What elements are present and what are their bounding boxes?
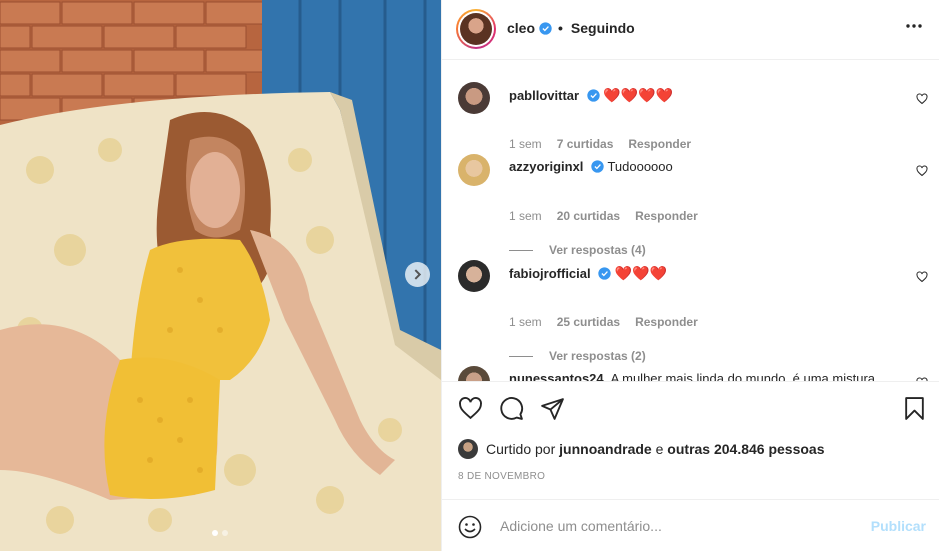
comment-likes[interactable]: 20 curtidas — [557, 209, 620, 223]
more-options-icon — [906, 24, 922, 28]
save-bookmark-icon[interactable] — [902, 396, 927, 421]
liker-avatar[interactable] — [458, 439, 478, 459]
view-replies-label: Ver respostas (2) — [549, 349, 646, 363]
comment-username[interactable]: fabiojrofficial — [509, 266, 591, 281]
author-avatar[interactable] — [456, 9, 496, 49]
verified-badge-icon — [591, 160, 604, 173]
comment-time[interactable]: 1 sem — [509, 137, 542, 151]
emoji-icon[interactable] — [458, 515, 482, 539]
verified-badge-icon — [539, 21, 552, 35]
comment-avatar[interactable] — [458, 154, 490, 186]
replies-divider — [509, 355, 533, 357]
comment-avatar[interactable] — [458, 260, 490, 292]
view-replies-button[interactable]: Ver respostas (2) — [509, 349, 646, 363]
likes-others[interactable]: outras 204.846 pessoas — [667, 441, 824, 457]
next-image-button[interactable] — [405, 262, 430, 287]
chevron-right-icon — [414, 269, 422, 280]
carousel-dot — [212, 530, 218, 536]
like-comment-button[interactable] — [916, 270, 928, 288]
comment-username[interactable]: azzyoriginxl — [509, 159, 583, 174]
carousel-dot — [222, 530, 228, 536]
comment-likes[interactable]: 25 curtidas — [557, 315, 620, 329]
following-button[interactable]: Seguindo — [571, 20, 635, 36]
share-icon[interactable] — [540, 396, 565, 421]
verified-badge-icon — [587, 89, 600, 102]
replies-divider — [509, 249, 533, 251]
comment-avatar[interactable] — [458, 82, 490, 114]
reply-button[interactable]: Responder — [628, 137, 691, 151]
heart-icon — [916, 271, 928, 283]
comment-time[interactable]: 1 sem — [509, 209, 542, 223]
like-comment-button[interactable] — [916, 164, 928, 182]
comment-text: A mulher mais linda do mundo, é uma mist… — [610, 371, 876, 381]
verified-badge-icon — [598, 267, 611, 280]
post-header: cleo • Seguindo — [442, 0, 939, 60]
header-separator: • — [558, 20, 563, 36]
likes-summary: Curtido por junnoandrade e outras 204.84… — [458, 439, 825, 459]
likes-conj: e — [655, 441, 664, 457]
add-comment-bar: Publicar — [442, 499, 939, 552]
likes-prefix: Curtido por — [486, 441, 556, 457]
comment-avatar[interactable] — [458, 366, 490, 381]
comment-text: Tudoooooo — [607, 159, 673, 174]
comment-username[interactable]: pabllovittar — [509, 88, 579, 103]
comment-likes[interactable]: 7 curtidas — [557, 137, 614, 151]
comment-text: ❤️❤️❤️❤️ — [603, 87, 674, 103]
comment-text: ❤️❤️❤️ — [614, 265, 668, 281]
reply-button[interactable]: Responder — [635, 209, 698, 223]
heart-icon — [916, 93, 928, 105]
publish-button[interactable]: Publicar — [871, 518, 926, 534]
comment-username[interactable]: nunessantos24 — [509, 371, 604, 381]
more-options-button[interactable] — [906, 18, 922, 39]
view-replies-label: Ver respostas (4) — [549, 243, 646, 257]
comment-time[interactable]: 1 sem — [509, 315, 542, 329]
like-comment-button[interactable] — [916, 92, 928, 110]
post-image — [0, 0, 441, 551]
comment-icon[interactable] — [499, 396, 524, 421]
like-heart-icon[interactable] — [458, 396, 483, 421]
comment-input[interactable] — [498, 516, 858, 536]
view-replies-button[interactable]: Ver respostas (4) — [509, 243, 646, 257]
comments-list[interactable]: pabllovittar ❤️❤️❤️❤️ 1 sem 7 curtidas R… — [442, 61, 939, 381]
post-actions: Curtido por junnoandrade e outras 204.84… — [442, 381, 939, 551]
post-date[interactable]: 8 DE NOVEMBRO — [458, 471, 545, 482]
heart-icon — [916, 165, 928, 177]
liker-username[interactable]: junnoandrade — [559, 441, 652, 457]
post-panel: cleo • Seguindo pabllovittar ❤️❤️❤️❤️ 1 — [441, 0, 939, 551]
carousel-indicator — [212, 530, 228, 536]
post-photo — [0, 0, 441, 551]
reply-button[interactable]: Responder — [635, 315, 698, 329]
author-username[interactable]: cleo — [507, 20, 535, 36]
